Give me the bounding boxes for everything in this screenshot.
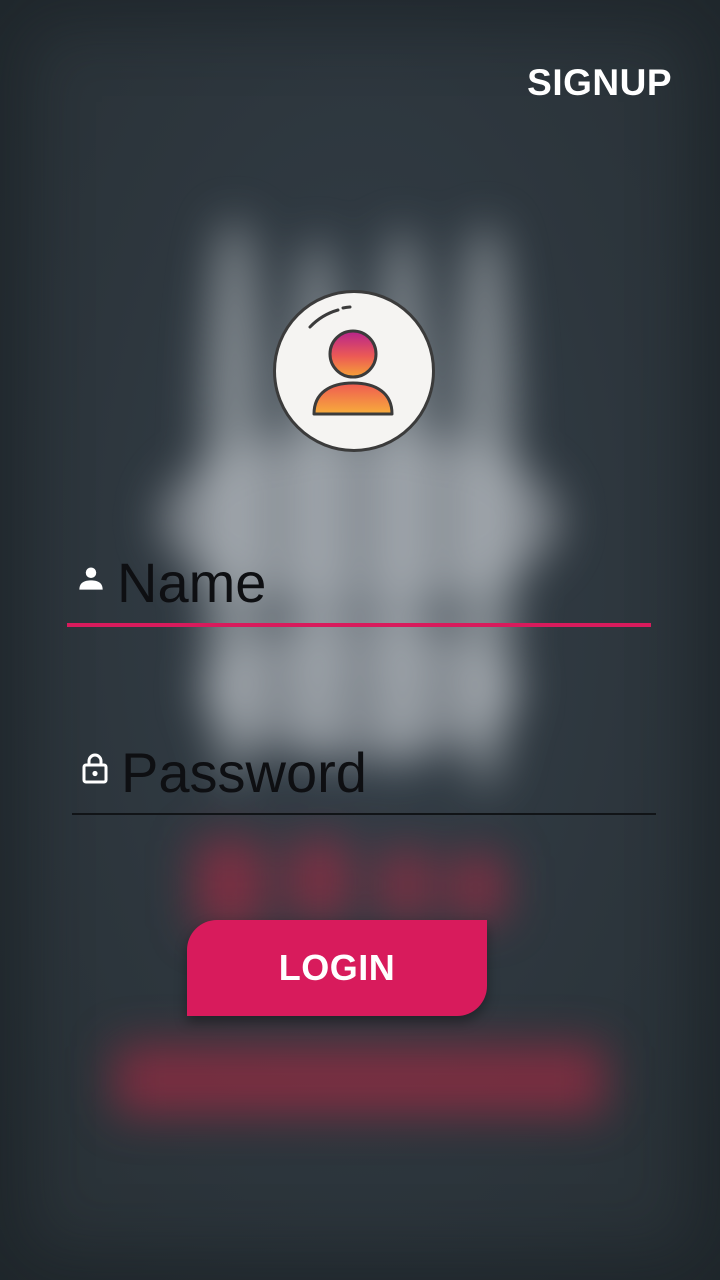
password-placeholder: Password — [121, 741, 367, 804]
password-underline — [72, 813, 656, 815]
login-button[interactable]: LOGIN — [187, 920, 487, 1016]
lock-icon — [82, 752, 108, 789]
password-input[interactable]: Password — [72, 740, 656, 820]
blurred-background-image — [0, 0, 720, 1280]
name-underline — [67, 623, 651, 627]
signup-button[interactable]: SIGNUP — [527, 62, 672, 104]
login-screen: SIGNUP Name Password LOGIN — [0, 0, 720, 1280]
user-avatar-icon — [273, 290, 435, 452]
person-icon — [77, 564, 105, 597]
name-placeholder: Name — [117, 551, 267, 614]
name-input[interactable]: Name — [67, 550, 651, 630]
